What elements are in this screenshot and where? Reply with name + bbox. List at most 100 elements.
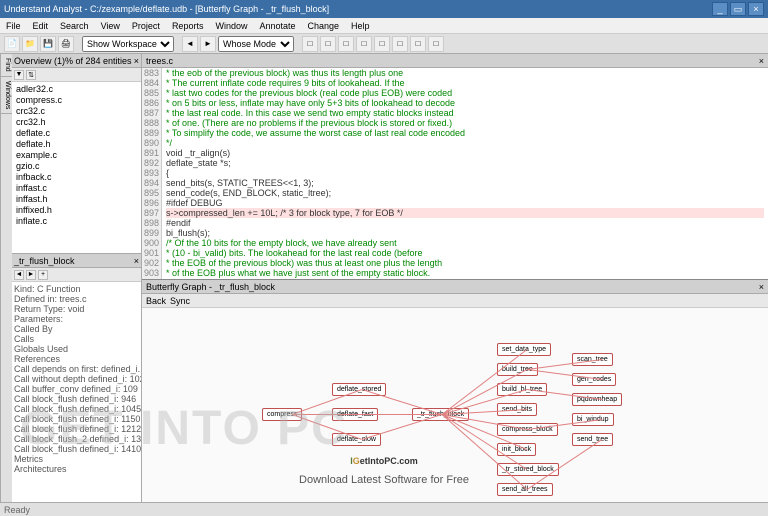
graph-sync-button[interactable]: Sync (170, 296, 190, 306)
code-line[interactable]: * of one. (There are no problems if the … (166, 118, 764, 128)
info-line[interactable]: Call block_flush defined_i: 1045 (14, 404, 139, 414)
info-line[interactable]: Call block_flush defined_i: 946 (14, 394, 139, 404)
code-line[interactable]: #endif (166, 218, 764, 228)
menu-project[interactable]: Project (130, 21, 162, 31)
tree-item[interactable]: gzio.c (14, 161, 139, 172)
tree-item[interactable]: inflate.c (14, 216, 139, 227)
tree-item[interactable]: deflate.h (14, 139, 139, 150)
file-tree[interactable]: adler32.ccompress.ccrc32.ccrc32.hdeflate… (12, 82, 141, 254)
menu-edit[interactable]: Edit (31, 21, 51, 31)
tool-btn-4[interactable]: □ (356, 36, 372, 52)
tool-btn-6[interactable]: □ (392, 36, 408, 52)
sort-icon[interactable]: ⇅ (26, 70, 36, 80)
code-line[interactable]: * of the EOB plus what we have just sent… (166, 268, 764, 278)
filter-icon[interactable]: ▼ (14, 70, 24, 80)
tree-item[interactable]: inffast.h (14, 194, 139, 205)
tree-item[interactable]: deflate.c (14, 128, 139, 139)
info-line[interactable]: Call buffer_conv defined_i: 109 (14, 384, 139, 394)
menu-reports[interactable]: Reports (170, 21, 206, 31)
tool-btn-2[interactable]: □ (320, 36, 336, 52)
tool-btn-1[interactable]: □ (302, 36, 318, 52)
code-line[interactable]: s->compressed_len += 10L; /* 3 for block… (166, 208, 764, 218)
menu-view[interactable]: View (99, 21, 122, 31)
code-line[interactable]: send_bits(s, STATIC_TREES<<1, 3); (166, 178, 764, 188)
code-line[interactable]: * The current inflate code requires 9 bi… (166, 78, 764, 88)
tree-item[interactable]: compress.c (14, 95, 139, 106)
tool-print-icon[interactable]: 🖨 (58, 36, 74, 52)
info-line[interactable]: Call without depth defined_i: 102 (14, 374, 139, 384)
code-line[interactable]: deflate_state *s; (166, 158, 764, 168)
code-line[interactable]: #ifdef DEBUG (166, 198, 764, 208)
graph-node[interactable]: pqdownheap (572, 393, 622, 406)
code-line[interactable]: void _tr_align(s) (166, 148, 764, 158)
info-line[interactable]: Called By (14, 324, 139, 334)
menu-window[interactable]: Window (213, 21, 249, 31)
code-line[interactable]: */ (166, 278, 764, 279)
close-button[interactable]: × (748, 2, 764, 16)
tree-item[interactable]: inffast.c (14, 183, 139, 194)
panel-close-icon[interactable]: × (134, 56, 139, 66)
code-line[interactable]: * the EOB of the previous block) was thu… (166, 258, 764, 268)
info-line[interactable]: Globals Used (14, 344, 139, 354)
menu-file[interactable]: File (4, 21, 23, 31)
editor-body[interactable]: 8838848858868878888898908918928938948958… (142, 68, 768, 279)
code-line[interactable]: * the last real code. In this case we se… (166, 108, 764, 118)
mode-select[interactable]: Whose Mode (218, 36, 294, 52)
code-line[interactable]: { (166, 168, 764, 178)
code-line[interactable]: * To simplify the code, we assume the wo… (166, 128, 764, 138)
info-line[interactable]: Kind: C Function (14, 284, 139, 294)
menu-search[interactable]: Search (58, 21, 91, 31)
info-line[interactable]: Architectures (14, 464, 139, 474)
info-line[interactable]: Return Type: void (14, 304, 139, 314)
maximize-button[interactable]: ▭ (730, 2, 746, 16)
info-line[interactable]: Metrics (14, 454, 139, 464)
tree-item[interactable]: inffixed.h (14, 205, 139, 216)
tree-item[interactable]: crc32.h (14, 117, 139, 128)
minimize-button[interactable]: _ (712, 2, 728, 16)
code-line[interactable]: * on 5 bits or less, inflate may have on… (166, 98, 764, 108)
menu-help[interactable]: Help (349, 21, 372, 31)
editor-close-icon[interactable]: × (759, 56, 764, 66)
side-tab-2[interactable]: Windows (1, 77, 12, 114)
code-line[interactable]: */ (166, 138, 764, 148)
tree-item[interactable]: crc32.c (14, 106, 139, 117)
expand-icon[interactable]: + (38, 270, 48, 280)
code-line[interactable]: * last two codes for the previous block … (166, 88, 764, 98)
code-line[interactable]: * the eob of the previous block) was thu… (166, 68, 764, 78)
tool-open-icon[interactable]: 📁 (22, 36, 38, 52)
fwd-icon[interactable]: ► (26, 270, 36, 280)
code-line[interactable]: /* Of the 10 bits for the empty block, w… (166, 238, 764, 248)
menu-annotate[interactable]: Annotate (257, 21, 297, 31)
tool-save-icon[interactable]: 💾 (40, 36, 56, 52)
info-line[interactable]: Call depends on first: defined_i... (14, 364, 139, 374)
code-line[interactable]: bi_flush(s); (166, 228, 764, 238)
tool-btn-8[interactable]: □ (428, 36, 444, 52)
menu-change[interactable]: Change (306, 21, 342, 31)
graph-canvas[interactable]: compressdeflate_storeddeflate_fastdeflat… (142, 308, 768, 502)
tree-item[interactable]: example.c (14, 150, 139, 161)
info-line[interactable]: Parameters: (14, 314, 139, 324)
info-line[interactable]: Defined in: trees.c (14, 294, 139, 304)
graph-close-icon[interactable]: × (759, 282, 764, 292)
code-content[interactable]: * the eob of the previous block) was thu… (162, 68, 768, 279)
info-line[interactable]: Call block_flush defined_i: 1212 (14, 424, 139, 434)
code-line[interactable]: send_code(s, END_BLOCK, static_ltree); (166, 188, 764, 198)
info-close-icon[interactable]: × (134, 256, 139, 266)
tool-btn-3[interactable]: □ (338, 36, 354, 52)
info-panel[interactable]: Kind: C FunctionDefined in: trees.cRetur… (12, 282, 141, 502)
tree-item[interactable]: adler32.c (14, 84, 139, 95)
info-line[interactable]: Call block_flush defined_i: 1410 (14, 444, 139, 454)
code-line[interactable]: * (10 - bi_valid) bits. The lookahead fo… (166, 248, 764, 258)
info-line[interactable]: Calls (14, 334, 139, 344)
info-line[interactable]: References (14, 354, 139, 364)
tool-btn-5[interactable]: □ (374, 36, 390, 52)
workspace-select[interactable]: Show Workspace (82, 36, 174, 52)
info-line[interactable]: Call block_flush_2 defined_i: 1315 (14, 434, 139, 444)
graph-back-button[interactable]: Back (146, 296, 166, 306)
tool-forward-icon[interactable]: ► (200, 36, 216, 52)
info-line[interactable]: Call block_flush defined_i: 1150 (14, 414, 139, 424)
back-icon[interactable]: ◄ (14, 270, 24, 280)
graph-node[interactable]: send_all_trees (497, 483, 553, 496)
tool-new-icon[interactable]: 📄 (4, 36, 20, 52)
tree-item[interactable]: infback.c (14, 172, 139, 183)
